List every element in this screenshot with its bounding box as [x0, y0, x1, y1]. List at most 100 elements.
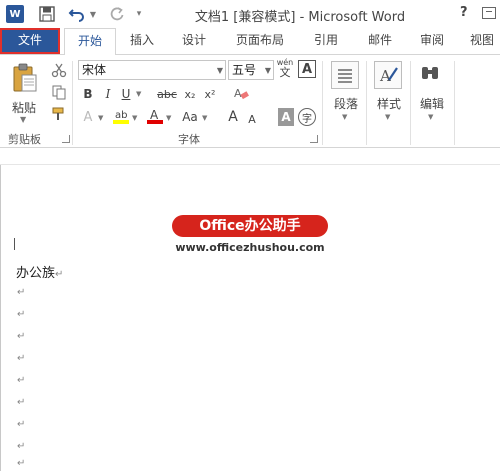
document-first-line[interactable]: 办公族↵	[16, 262, 63, 281]
grow-font-button[interactable]: A	[226, 108, 240, 126]
group-divider	[72, 61, 73, 145]
paragraph-mark: ↵	[17, 419, 26, 430]
ribbon-home: 粘贴 ▼ 剪贴板 宋体 ▼ 五号 ▼ wén 文 A B I U ▼ abc x…	[0, 54, 500, 148]
cut-icon[interactable]	[50, 61, 68, 79]
paragraph-label: 段落	[333, 97, 358, 111]
watermark-logo: Office办公助手	[172, 215, 328, 237]
superscript-button[interactable]: x²	[202, 85, 218, 103]
chevron-down-icon: ▼	[342, 113, 348, 121]
highlight-color-icon[interactable]: ab	[112, 107, 130, 125]
bold-button[interactable]: B	[80, 85, 96, 103]
font-name-value: 宋体	[82, 63, 107, 77]
font-launcher-icon[interactable]	[310, 135, 318, 143]
word-logo-icon[interactable]: W	[6, 5, 24, 23]
ribbon-display-options-icon[interactable]	[482, 7, 496, 19]
paragraph-button[interactable]: 段落 ▼	[330, 61, 362, 121]
styles-button[interactable]: A 样式 ▼	[373, 61, 405, 121]
chevron-down-icon: ▼	[264, 66, 271, 75]
tab-references[interactable]: 引用	[306, 28, 346, 54]
paragraph-mark: ↵	[17, 331, 26, 342]
title-bar: W ▼ ▾ 文档1 [兼容模式] - Microsoft Word ?	[0, 0, 500, 28]
paragraph-icon	[331, 61, 359, 89]
svg-text:A: A	[379, 67, 391, 85]
tab-mailings[interactable]: 邮件	[360, 28, 400, 54]
font-color-icon[interactable]: A	[146, 107, 164, 125]
font-size-value: 五号	[232, 63, 257, 77]
tab-home[interactable]: 开始	[64, 28, 116, 55]
paste-button[interactable]: 粘贴 ▼	[8, 61, 44, 124]
tab-file[interactable]: 文件	[0, 28, 60, 54]
save-button[interactable]	[38, 4, 56, 24]
binoculars-icon	[417, 61, 445, 89]
format-painter-icon[interactable]	[50, 105, 68, 123]
clear-formatting-icon[interactable]: A	[232, 84, 250, 102]
underline-dropdown-icon[interactable]: ▼	[136, 90, 141, 98]
font-name-combobox[interactable]: 宋体 ▼	[78, 60, 226, 80]
paragraph-mark: ↵	[17, 353, 26, 364]
paragraph-mark: ↵	[17, 397, 26, 408]
paragraph-mark: ↵	[17, 441, 26, 452]
undo-icon	[68, 9, 84, 22]
tab-view[interactable]: 视图	[464, 28, 500, 54]
styles-label: 样式	[376, 97, 401, 111]
group-divider	[454, 61, 455, 145]
editing-button[interactable]: 编辑 ▼	[416, 61, 448, 121]
group-divider	[322, 61, 323, 145]
tab-design[interactable]: 设计	[174, 28, 214, 54]
font-color-dropdown-icon[interactable]: ▼	[166, 114, 171, 122]
save-icon	[39, 6, 55, 22]
paragraph-mark: ↵	[17, 287, 26, 298]
copy-icon[interactable]	[50, 83, 68, 101]
paragraph-mark: ↵	[55, 269, 64, 280]
chevron-down-icon: ▼	[385, 113, 391, 121]
group-divider	[366, 61, 367, 145]
tab-review[interactable]: 审阅	[412, 28, 452, 54]
paste-dropdown-icon[interactable]: ▼	[20, 115, 26, 124]
subscript-button[interactable]: x₂	[182, 85, 198, 103]
paragraph-mark: ↵	[17, 458, 26, 469]
phonetic-guide-glyph: 文	[279, 65, 291, 79]
chevron-down-icon: ▼	[428, 113, 434, 121]
svg-text:A: A	[234, 87, 242, 100]
undo-button[interactable]	[68, 4, 86, 24]
window-title: 文档1 [兼容模式] - Microsoft Word	[194, 10, 406, 25]
svg-text:A: A	[150, 108, 159, 122]
change-case-button[interactable]: Aa	[180, 108, 200, 126]
paste-icon	[13, 63, 37, 92]
help-button[interactable]: ?	[460, 5, 468, 20]
font-size-combobox[interactable]: 五号 ▼	[228, 60, 274, 80]
phonetic-guide-button[interactable]: wén 文	[276, 58, 294, 79]
shrink-font-button[interactable]: A	[246, 110, 258, 128]
group-divider	[410, 61, 411, 145]
strikethrough-button[interactable]: abc	[154, 85, 180, 103]
tab-insert[interactable]: 插入	[124, 28, 160, 54]
tab-page-layout[interactable]: 页面布局	[228, 28, 292, 54]
clipboard-launcher-icon[interactable]	[62, 135, 70, 143]
customize-qat-dropdown[interactable]: ▾	[134, 4, 144, 24]
page-edge	[0, 165, 1, 471]
paragraph-mark: ↵	[17, 309, 26, 320]
text-effects-dropdown-icon[interactable]: ▼	[98, 114, 103, 122]
document-text: 办公族	[16, 266, 56, 281]
enclose-characters-button[interactable]: 字	[298, 108, 316, 126]
clipboard-group-label: 剪贴板	[8, 133, 41, 146]
ruler-gap	[0, 149, 500, 165]
character-border-button[interactable]: A	[298, 60, 316, 78]
paragraph-mark: ↵	[17, 375, 26, 386]
watermark-url: www.officezhushou.com	[175, 241, 325, 254]
change-case-dropdown-icon[interactable]: ▼	[202, 114, 207, 122]
italic-button[interactable]: I	[100, 85, 116, 103]
paste-label: 粘贴	[12, 101, 37, 115]
editing-label: 编辑	[419, 97, 444, 111]
svg-text:ab: ab	[115, 110, 127, 121]
highlight-dropdown-icon[interactable]: ▼	[132, 114, 137, 122]
underline-button[interactable]: U	[118, 85, 134, 103]
document-area[interactable]	[0, 149, 500, 471]
font-group-label: 字体	[178, 133, 200, 146]
redo-button[interactable]	[108, 4, 126, 24]
undo-dropdown[interactable]: ▼	[88, 4, 98, 24]
ribbon-tabs: 文件 开始 插入 设计 页面布局 引用 邮件 审阅 视图	[0, 28, 500, 55]
styles-icon: A	[374, 61, 402, 89]
text-effects-button[interactable]: A	[80, 108, 96, 126]
character-shading-button[interactable]: A	[278, 108, 294, 126]
